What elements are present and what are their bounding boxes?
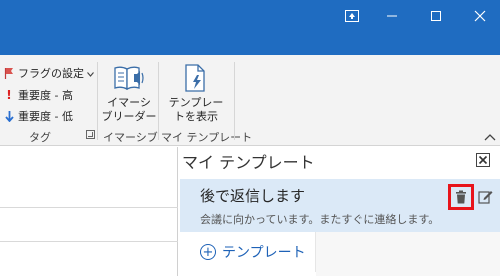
- chevron-down-icon: [87, 67, 94, 80]
- immersive-reader-icon: [114, 66, 144, 91]
- templates-pane-title: マイ テンプレート: [182, 153, 315, 172]
- add-template-button[interactable]: + テンプレート: [180, 232, 316, 272]
- immersive-reader-label-line1: イマーシ: [107, 96, 151, 109]
- immersive-reader-button[interactable]: イマーシ ブリーダー: [101, 62, 157, 124]
- close-window-button[interactable]: [458, 0, 500, 32]
- plus-circle-icon: +: [200, 244, 216, 260]
- templates-pane-empty-area: [316, 232, 500, 276]
- edit-template-button[interactable]: [477, 188, 493, 204]
- group-divider: [158, 62, 159, 140]
- maximize-button[interactable]: [414, 0, 458, 32]
- importance-high-button[interactable]: ! 重要度 - 高: [2, 86, 73, 104]
- flag-setting-label: フラグの設定: [18, 67, 84, 80]
- importance-low-label: 重要度 - 低: [18, 110, 73, 123]
- flag-setting-button[interactable]: フラグの設定: [2, 64, 94, 82]
- template-document-icon: [185, 64, 205, 92]
- divider-line: [0, 207, 178, 208]
- minimize-icon: [387, 15, 397, 17]
- tags-dialog-launcher-icon[interactable]: [86, 130, 95, 139]
- trash-icon: [456, 190, 466, 204]
- group-divider: [97, 62, 98, 140]
- importance-low-button[interactable]: 重要度 - 低: [2, 107, 73, 125]
- close-icon: [478, 155, 488, 165]
- importance-high-label: 重要度 - 高: [18, 89, 73, 102]
- exclamation-icon: !: [6, 88, 12, 102]
- down-arrow-icon: [2, 110, 16, 122]
- collapse-ribbon-icon[interactable]: [484, 132, 496, 142]
- message-body-area[interactable]: [0, 147, 178, 276]
- templates-pane-close-button[interactable]: [476, 153, 490, 167]
- immersive-group-label: イマーシブ: [103, 131, 158, 144]
- maximize-icon: [431, 11, 441, 21]
- template-item-title: 後で返信します: [200, 187, 306, 205]
- close-icon: [474, 10, 486, 22]
- show-templates-button[interactable]: テンプレー トを表示: [168, 62, 224, 124]
- show-templates-label-line2: トを表示: [174, 110, 218, 123]
- immersive-reader-label-line2: ブリーダー: [101, 110, 157, 123]
- template-item-body: 会議に向かっています。またすぐに連絡します。: [200, 213, 440, 226]
- show-templates-label-line1: テンプレー: [168, 96, 224, 109]
- ribbon-display-icon: [345, 10, 359, 22]
- group-divider: [234, 62, 235, 140]
- edit-pencil-icon: [477, 190, 492, 204]
- ribbon-display-options-button[interactable]: [330, 0, 374, 32]
- window-titlebar: [0, 0, 500, 55]
- minimize-button[interactable]: [370, 0, 414, 32]
- divider-line: [0, 241, 178, 242]
- tags-group-label: タグ: [29, 131, 51, 144]
- templates-group-label: マイ テンプレート: [161, 131, 253, 144]
- add-template-label: テンプレート: [222, 245, 306, 261]
- delete-template-button[interactable]: [448, 184, 474, 210]
- flag-icon: [2, 67, 16, 79]
